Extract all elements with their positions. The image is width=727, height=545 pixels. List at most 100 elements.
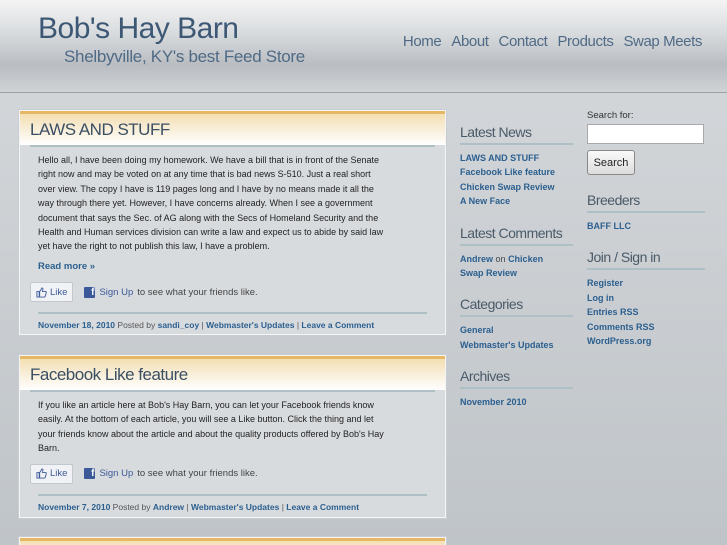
site-title[interactable]: Bob's Hay Barn — [38, 12, 239, 46]
read-more-link[interactable]: Read more » — [38, 260, 427, 274]
category-item[interactable]: General — [460, 323, 573, 337]
facebook-icon: f — [84, 468, 96, 480]
post-category[interactable]: Webmaster's Updates — [191, 502, 279, 512]
latest-comments-widget: Latest Comments Andrew on Chicken Swap R… — [460, 225, 573, 281]
post-text-line: If you like an article here at Bob's Hay… — [38, 400, 374, 410]
widget-title: Latest News — [460, 124, 532, 140]
latest-comments-list: Andrew on Chicken Swap Review — [460, 252, 573, 281]
post-author[interactable]: sandi_coy — [158, 320, 200, 330]
breeder-item[interactable]: BAFF LLC — [587, 219, 705, 233]
latest-news-list: LAWS AND STUFF Facebook Like feature Chi… — [460, 151, 573, 209]
latest-comment-item: Andrew on Chicken Swap Review — [460, 252, 573, 281]
post-text-line: Hello all, I have been doing my homework… — [38, 155, 380, 165]
post-header: Facebook Like feature — [20, 356, 445, 390]
thumbs-up-icon — [36, 287, 47, 298]
category-item[interactable]: Webmaster's Updates — [460, 338, 573, 352]
categories-widget: Categories General Webmaster's Updates — [460, 296, 573, 352]
post-title[interactable]: LAWS AND STUFF — [30, 120, 170, 140]
signup-link[interactable]: Sign Up — [99, 468, 133, 479]
facebook-like-button[interactable]: Like — [30, 463, 74, 484]
signup-text: to see what your friends like. — [137, 468, 258, 480]
entries-rss-link[interactable]: Entries RSS — [587, 305, 705, 319]
divider — [460, 315, 573, 318]
like-label: Like — [50, 468, 68, 480]
post-author[interactable]: Andrew — [153, 502, 184, 512]
divider — [460, 243, 573, 246]
latest-news-item[interactable]: LAWS AND STUFF — [460, 151, 573, 165]
leave-comment-link[interactable]: Leave a Comment — [301, 320, 374, 330]
register-link[interactable]: Register — [587, 276, 705, 290]
nav-products[interactable]: Products — [557, 33, 613, 50]
post-date[interactable]: November 7, 2010 — [38, 502, 110, 512]
nav-contact[interactable]: Contact — [499, 33, 548, 50]
site-header: Bob's Hay Barn Shelbyville, KY's best Fe… — [0, 0, 727, 93]
facebook-like-row: Like f Sign Up to see what your friends … — [30, 463, 445, 484]
post-text-line: way through there yet. However, I have c… — [38, 198, 373, 209]
wordpress-link[interactable]: WordPress.org — [587, 334, 705, 348]
latest-news-item[interactable]: Facebook Like feature — [460, 165, 573, 179]
archives-list: November 2010 — [460, 395, 573, 409]
divider — [587, 211, 705, 213]
latest-news-widget: Latest News LAWS AND STUFF Facebook Like… — [460, 124, 573, 209]
divider — [587, 268, 705, 271]
like-label: Like — [50, 286, 68, 298]
sidebar-right: Search for: Search Breeders BAFF LLC Joi… — [587, 110, 705, 348]
divider — [38, 493, 427, 496]
post-text-line: document that says the Sec. of AG along … — [38, 212, 379, 223]
search-button[interactable]: Search — [587, 150, 635, 175]
login-link[interactable]: Log in — [587, 291, 705, 305]
post-card: Facebook Like feature If you like an art… — [19, 355, 446, 518]
widget-title: Join / Sign in — [587, 249, 661, 266]
post-meta: November 7, 2010 Posted by Andrew | Webm… — [38, 502, 445, 512]
archive-item[interactable]: November 2010 — [460, 395, 573, 409]
meta-separator: | — [201, 320, 204, 331]
post-text-line: easily. At the bottom of each article, y… — [38, 414, 374, 425]
post-category[interactable]: Webmaster's Updates — [206, 320, 294, 330]
post-text-line: your friends know about the article and … — [38, 428, 384, 439]
facebook-signup: f Sign Up to see what your friends like. — [84, 286, 258, 298]
widget-title: Categories — [460, 296, 523, 313]
post-title[interactable]: Facebook Like feature — [30, 365, 188, 385]
latest-news-item[interactable]: Chicken Swap Review — [460, 180, 573, 194]
widget-title: Latest Comments — [460, 224, 563, 241]
nav-swap-meets[interactable]: Swap Meets — [623, 33, 702, 50]
post-text-line: Health and Human services division can w… — [38, 227, 384, 238]
signup-text: to see what your friends like. — [137, 286, 258, 298]
post-meta: November 18, 2010 Posted by sandi_coy | … — [38, 320, 445, 330]
latest-news-item[interactable]: A New Face — [460, 194, 573, 208]
meta-separator: | — [186, 501, 189, 512]
meta-separator: | — [296, 320, 300, 331]
post-date[interactable]: November 18, 2010 — [38, 320, 115, 330]
search-input[interactable] — [587, 124, 704, 144]
sidebar-left: Latest News LAWS AND STUFF Facebook Like… — [460, 124, 573, 410]
comments-rss-link[interactable]: Comments RSS — [587, 320, 705, 334]
thumbs-up-icon — [36, 468, 47, 479]
post-body: Hello all, I have been doing my homework… — [20, 147, 445, 274]
posted-by-label: Posted by — [117, 320, 156, 331]
facebook-like-row: Like f Sign Up to see what your friends … — [30, 282, 445, 303]
nav-home[interactable]: Home — [403, 33, 442, 50]
comment-author[interactable]: Andrew — [460, 254, 493, 264]
facebook-signup: f Sign Up to see what your friends like. — [84, 468, 258, 480]
post-text-line: Barn. — [38, 443, 60, 454]
post-body: If you like an article here at Bob's Hay… — [20, 392, 445, 456]
join-widget: Join / Sign in Register Log in Entries R… — [587, 249, 705, 348]
post-card — [19, 537, 446, 545]
signup-link[interactable]: Sign Up — [99, 287, 133, 298]
join-list: Register Log in Entries RSS Comments RSS… — [587, 276, 705, 348]
breeders-list: BAFF LLC — [587, 219, 705, 233]
nav-about[interactable]: About — [451, 33, 489, 50]
comment-post-link[interactable]: Chicken — [508, 254, 543, 264]
post-text-line: yet have the right to not publish this l… — [38, 241, 270, 252]
search-label: Search for: — [587, 110, 634, 121]
main-nav: Home About Contact Products Swap Meets — [403, 33, 702, 50]
breeders-widget: Breeders BAFF LLC — [587, 192, 705, 233]
comment-post-link[interactable]: Swap Review — [460, 268, 517, 278]
post-card: LAWS AND STUFF Hello all, I have been do… — [19, 110, 446, 335]
leave-comment-link[interactable]: Leave a Comment — [286, 502, 359, 512]
widget-title: Archives — [460, 368, 510, 385]
divider — [460, 143, 573, 145]
post-header — [20, 538, 445, 545]
comment-on: on — [495, 253, 506, 264]
facebook-like-button[interactable]: Like — [30, 282, 74, 303]
